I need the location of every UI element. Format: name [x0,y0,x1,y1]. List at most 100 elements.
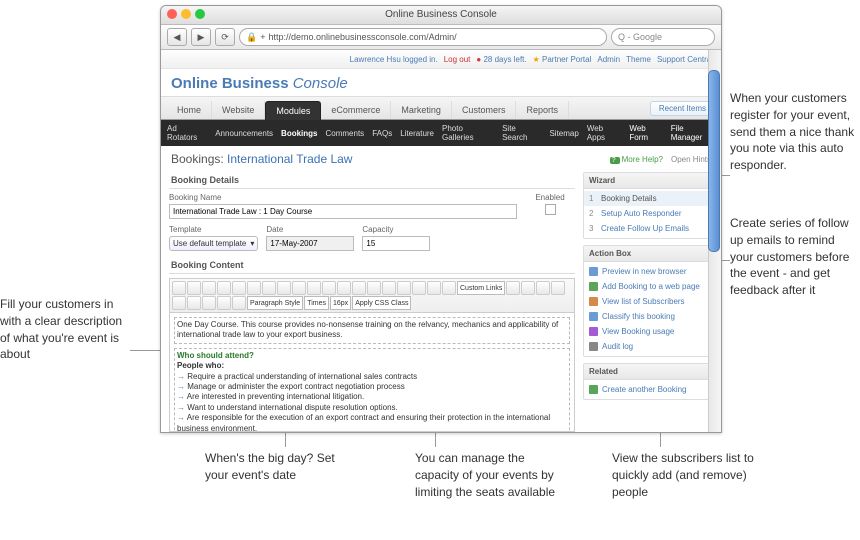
create-icon [589,385,598,394]
tb-icon[interactable] [536,281,550,295]
tb-icon[interactable] [202,296,216,310]
subnav-faqs[interactable]: FAQs [372,129,392,138]
tb-icon[interactable] [521,281,535,295]
subnav-literature[interactable]: Literature [400,129,434,138]
enabled-checkbox[interactable] [545,204,556,215]
booking-name-input[interactable] [169,204,517,219]
subnav-sitemap[interactable]: Sitemap [549,129,578,138]
sub-nav: Ad Rotators Announcements Bookings Comme… [161,120,721,146]
annotation-description: Fill your customers in with a clear desc… [0,296,130,363]
custom-links-select[interactable]: Custom Links [457,281,505,295]
tb-icon[interactable] [232,296,246,310]
annotation-subscribers: View the subscribers list to quickly add… [612,450,762,500]
action-usage[interactable]: View Booking usage [584,324,712,339]
date-input[interactable] [266,236,354,251]
tb-icon[interactable] [367,281,381,295]
tb-icon[interactable] [412,281,426,295]
tb-icon[interactable] [217,296,231,310]
partner-link[interactable]: Partner Portal [533,55,592,64]
action-preview[interactable]: Preview in new browser [584,264,712,279]
scroll-thumb[interactable] [708,70,720,252]
tab-modules[interactable]: Modules [265,101,321,120]
subnav-announcements[interactable]: Announcements [215,129,273,138]
tb-icon[interactable] [551,281,565,295]
browser-search[interactable]: Q - Google [611,28,715,46]
action-audit[interactable]: Audit log [584,339,712,354]
tb-icon[interactable] [247,281,261,295]
subnav-sitesearch[interactable]: Site Search [502,124,541,142]
capacity-input[interactable] [362,236,430,251]
tb-icon[interactable] [202,281,216,295]
wizard-step-2[interactable]: 2Setup Auto Responder [584,206,712,221]
tab-marketing[interactable]: Marketing [391,101,452,119]
main-tabs: Home Website Modules eCommerce Marketing… [161,96,721,120]
wizard-step-1[interactable]: 1Booking Details [584,191,712,206]
annotation-autoresponder: When your customers register for your ev… [730,90,858,174]
subnav-webapps[interactable]: Web Apps [587,124,622,142]
tb-icon[interactable] [352,281,366,295]
tb-icon[interactable] [427,281,441,295]
tag-icon [589,312,598,321]
tb-icon[interactable] [337,281,351,295]
subnav-photo[interactable]: Photo Galleries [442,124,494,142]
font-select[interactable]: Times [304,296,329,310]
tb-icon[interactable] [172,281,186,295]
subnav-webform[interactable]: Web Form [629,124,664,142]
logout-link[interactable]: Log out [444,55,471,64]
scrollbar[interactable] [708,50,721,433]
content-editor[interactable]: One Day Course. This course provides no-… [169,313,575,432]
subnav-comments[interactable]: Comments [326,129,365,138]
tb-icon[interactable] [382,281,396,295]
related-create[interactable]: Create another Booking [584,382,712,397]
tb-icon[interactable] [217,281,231,295]
url-bar[interactable]: 🔒+http://demo.onlinebusinessconsole.com/… [239,28,607,46]
annotation-followup: Create series of follow up emails to rem… [730,215,858,299]
css-class-select[interactable]: Apply CSS Class [352,296,411,310]
reload-button[interactable]: ⟳ [215,28,235,46]
subnav-adrotators[interactable]: Ad Rotators [167,124,207,142]
tb-icon[interactable] [307,281,321,295]
tb-icon[interactable] [232,281,246,295]
editor-toolbar: Custom Links Paragraph Style Times 16px … [169,278,575,313]
tb-icon[interactable] [292,281,306,295]
action-classify[interactable]: Classify this booking [584,309,712,324]
tb-icon[interactable] [262,281,276,295]
tb-icon[interactable] [322,281,336,295]
recent-items[interactable]: Recent Items [650,101,715,116]
support-link[interactable]: Support Central [657,55,713,64]
tab-ecommerce[interactable]: eCommerce [321,101,391,119]
page-content: Lawrence Hsu logged in. Log out 28 days … [161,50,721,433]
traffic-lights[interactable] [167,9,205,19]
admin-link[interactable]: Admin [597,55,620,64]
tab-reports[interactable]: Reports [516,101,569,119]
theme-link[interactable]: Theme [626,55,651,64]
page-title: International Trade Law [227,152,352,166]
tb-icon[interactable] [506,281,520,295]
users-icon [589,297,598,306]
action-add-booking[interactable]: Add Booking to a web page [584,279,712,294]
template-select[interactable]: Use default template▾ [169,236,258,251]
related-header: Related [584,364,712,380]
tb-icon[interactable] [187,296,201,310]
tab-website[interactable]: Website [212,101,265,119]
back-button[interactable]: ◀ [167,28,187,46]
size-select[interactable]: 16px [330,296,351,310]
paragraph-style-select[interactable]: Paragraph Style [247,296,303,310]
browser-toolbar: ◀ ▶ ⟳ 🔒+http://demo.onlinebusinessconsol… [161,25,721,50]
wizard-header: Wizard [584,173,712,189]
open-hints-link[interactable]: Open Hints [671,155,711,164]
more-help-link[interactable]: More Help? [610,155,663,164]
forward-button[interactable]: ▶ [191,28,211,46]
wizard-step-3[interactable]: 3Create Follow Up Emails [584,221,712,236]
tb-icon[interactable] [442,281,456,295]
tab-home[interactable]: Home [167,101,212,119]
tb-icon[interactable] [277,281,291,295]
tb-icon[interactable] [397,281,411,295]
action-subscribers[interactable]: View list of Subscribers [584,294,712,309]
tb-icon[interactable] [187,281,201,295]
booking-name-label: Booking Name [169,193,517,202]
logo: Online Business Console [161,69,721,96]
tab-customers[interactable]: Customers [452,101,517,119]
tb-icon[interactable] [172,296,186,310]
subnav-bookings[interactable]: Bookings [281,129,317,138]
